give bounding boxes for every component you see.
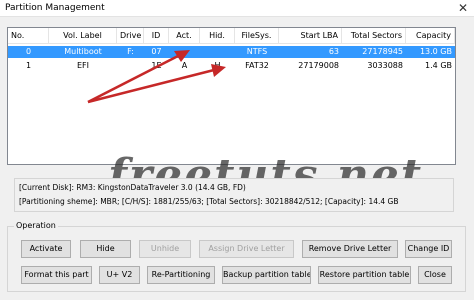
column-header-filesys[interactable]: FileSys. bbox=[235, 28, 279, 44]
column-header-act[interactable]: Act. bbox=[169, 28, 200, 44]
title-bar: Partition Management ✕ bbox=[0, 0, 474, 17]
restore-partition-table-button[interactable]: Restore partition table bbox=[318, 266, 411, 284]
cell-hid: H bbox=[214, 61, 221, 70]
cell-total-sectors: 3033088 bbox=[367, 61, 403, 70]
partition-list[interactable]: No. Vol. Label Drive ID Act. Hid. FileSy… bbox=[7, 27, 456, 165]
table-row[interactable]: 0 Multiboot F: 07 NTFS 63 27178945 13.0 … bbox=[8, 46, 455, 58]
cell-vol-label: Multiboot bbox=[64, 47, 102, 56]
window-title: Partition Management bbox=[5, 3, 105, 13]
cell-start-lba: 27179008 bbox=[298, 61, 339, 70]
cell-total-sectors: 27178945 bbox=[362, 47, 403, 56]
cell-start-lba: 63 bbox=[328, 47, 339, 56]
operation-group-label: Operation bbox=[14, 221, 58, 230]
partitioning-scheme-text: [Partitioning sheme]: MBR; [C/H/S]: 1881… bbox=[19, 197, 399, 206]
column-header-drive[interactable]: Drive bbox=[117, 28, 144, 44]
current-disk-text: [Current Disk]: RM3: KingstonDataTravele… bbox=[19, 183, 246, 192]
cell-no: 0 bbox=[25, 47, 32, 56]
column-header-id[interactable]: ID bbox=[144, 28, 169, 44]
disk-info-box: [Current Disk]: RM3: KingstonDataTravele… bbox=[14, 178, 454, 212]
close-button[interactable]: Close bbox=[418, 266, 452, 284]
column-header-capacity[interactable]: Capacity bbox=[406, 28, 455, 44]
column-header-vol-label[interactable]: Vol. Label bbox=[49, 28, 117, 44]
cell-capacity: 13.0 GB bbox=[419, 47, 452, 56]
column-header-start-lba[interactable]: Start LBA bbox=[279, 28, 342, 44]
table-row[interactable]: 1 EFI 1E A H FAT32 27179008 3033088 1.4 … bbox=[8, 60, 455, 72]
activate-button[interactable]: Activate bbox=[21, 240, 71, 258]
close-icon[interactable]: ✕ bbox=[458, 1, 468, 15]
cell-vol-label: EFI bbox=[76, 61, 89, 70]
cell-id: 1E bbox=[151, 61, 162, 70]
re-partitioning-button[interactable]: Re-Partitioning bbox=[147, 266, 215, 284]
assign-drive-letter-button[interactable]: Assign Drive Letter bbox=[199, 240, 294, 258]
cell-hid bbox=[200, 46, 235, 58]
partition-list-header: No. Vol. Label Drive ID Act. Hid. FileSy… bbox=[8, 28, 455, 44]
cell-drive bbox=[117, 60, 144, 72]
cell-act bbox=[169, 46, 200, 58]
unhide-button[interactable]: Unhide bbox=[139, 240, 191, 258]
cell-filesys: NTFS bbox=[246, 47, 268, 56]
change-id-button[interactable]: Change ID bbox=[405, 240, 452, 258]
u-v2-button[interactable]: U+ V2 bbox=[99, 266, 140, 284]
cell-capacity: 1.4 GB bbox=[425, 61, 452, 70]
cell-filesys: FAT32 bbox=[245, 61, 269, 70]
cell-no: 1 bbox=[25, 61, 32, 70]
column-header-hid[interactable]: Hid. bbox=[200, 28, 235, 44]
column-header-total-sectors[interactable]: Total Sectors bbox=[342, 28, 406, 44]
column-header-no[interactable]: No. bbox=[8, 28, 49, 44]
cell-drive: F: bbox=[127, 47, 134, 56]
cell-act: A bbox=[181, 61, 188, 70]
format-partition-button[interactable]: Format this part bbox=[21, 266, 92, 284]
hide-button[interactable]: Hide bbox=[80, 240, 131, 258]
backup-partition-table-button[interactable]: Backup partition table bbox=[222, 266, 311, 284]
cell-id: 07 bbox=[151, 47, 162, 56]
remove-drive-letter-button[interactable]: Remove Drive Letter bbox=[302, 240, 398, 258]
